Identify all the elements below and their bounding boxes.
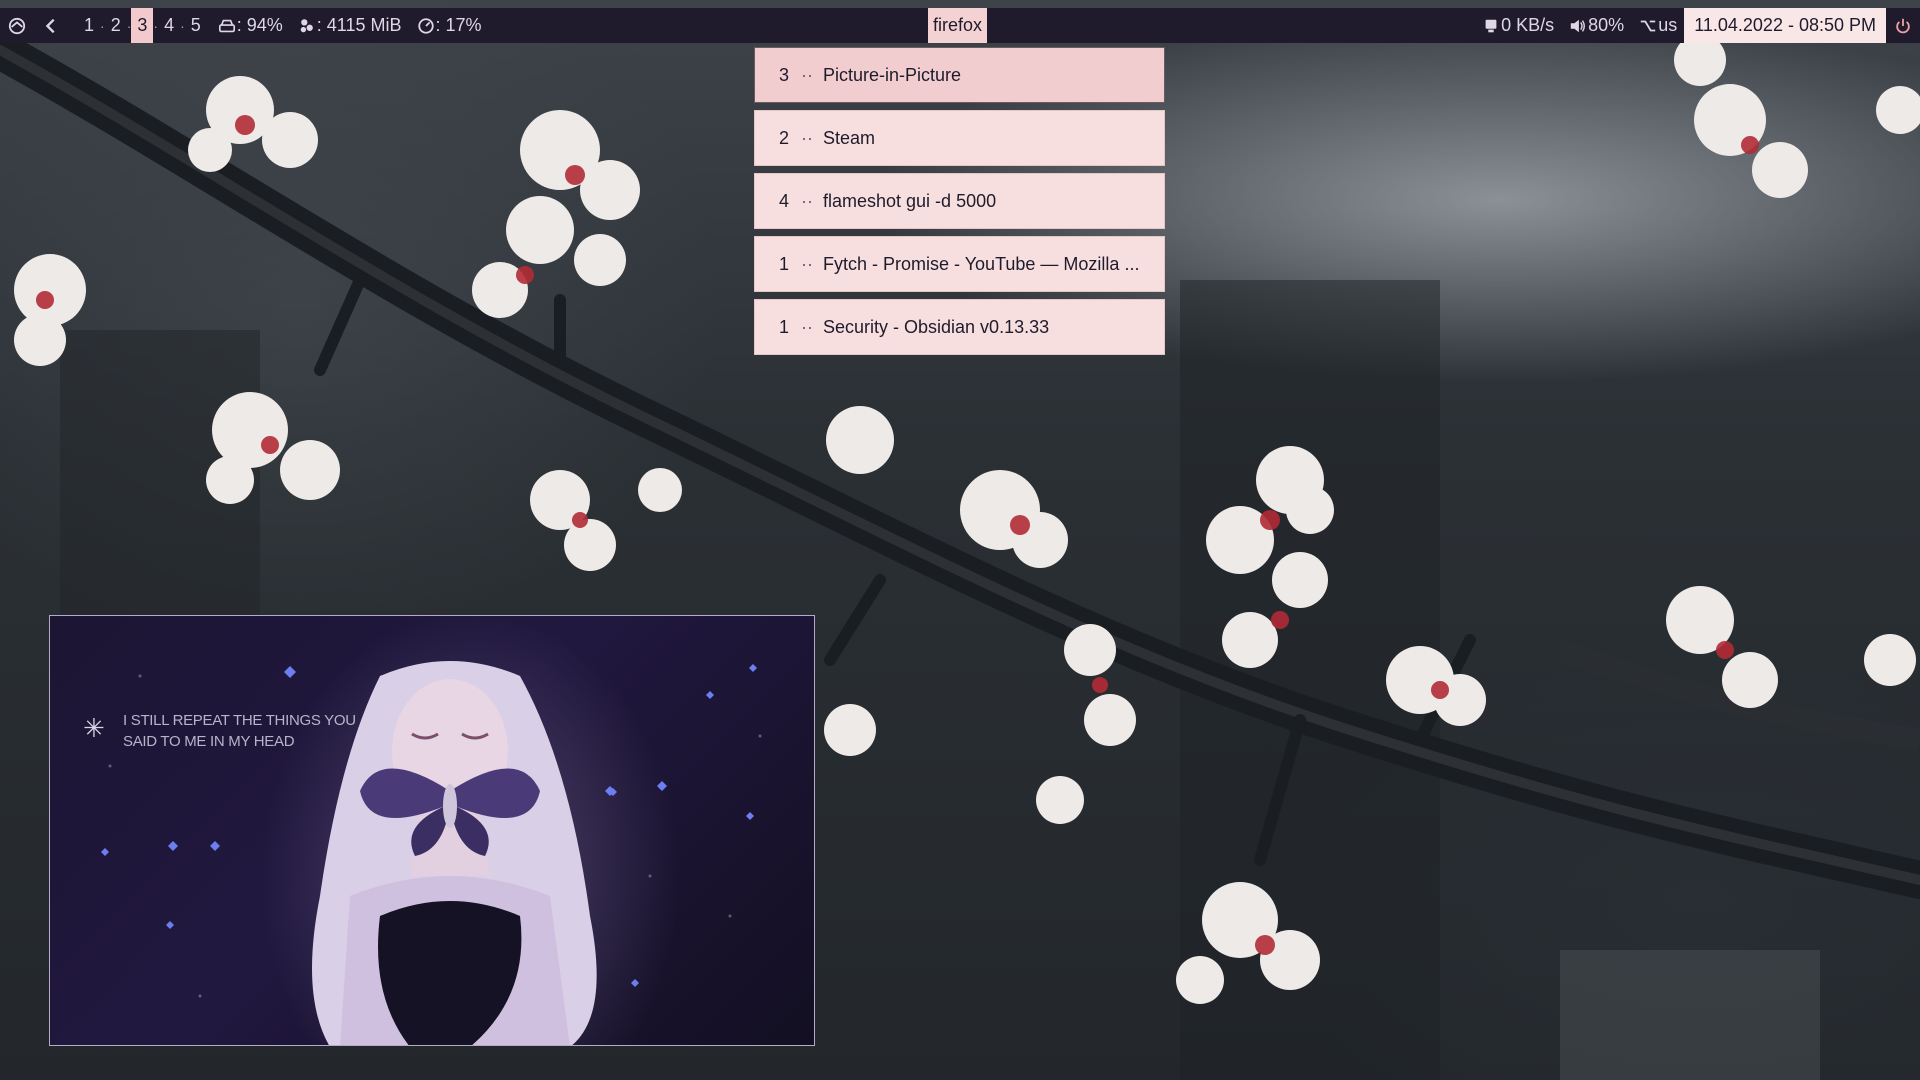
window-switcher: 3 ·· Picture-in-Picture 2 ·· Steam 4 ·· …: [754, 47, 1165, 355]
memory-usage-value: : 4115 MiB: [316, 15, 402, 35]
window-separator: ··: [801, 316, 813, 337]
window-separator: ··: [801, 190, 813, 211]
volume-control[interactable]: 80%: [1561, 8, 1631, 43]
memory-usage: : 4115 MiB: [290, 8, 409, 43]
window-item-steam[interactable]: 2 ·· Steam: [754, 110, 1165, 166]
network-speed-value: 0 KB/s: [1501, 15, 1555, 35]
window-workspace-number: 4: [779, 190, 790, 211]
back-button[interactable]: [34, 8, 68, 43]
hard-drive-icon: [217, 16, 237, 36]
computer-icon: [1481, 16, 1501, 36]
window-workspace-number: 3: [779, 64, 790, 85]
window-item-obsidian[interactable]: 1 ·· Security - Obsidian v0.13.33: [754, 299, 1165, 355]
sparkle-icon: ✳: [83, 713, 105, 743]
power-icon: [1893, 16, 1913, 36]
video-caption-line-2: said to me in my head: [123, 733, 295, 750]
window-item-firefox-youtube[interactable]: 1 ·· Fytch - Promise - YouTube — Mozilla…: [754, 236, 1165, 292]
keyboard-layout[interactable]: us: [1631, 8, 1684, 43]
disk-usage: : 94%: [210, 8, 290, 43]
bar-left-section: 1 · 2 · 3 · 4 · 5 : 94% : 4115 MiB: 17%: [0, 8, 489, 43]
workspace-1[interactable]: 1: [78, 8, 100, 43]
window-separator: ··: [801, 127, 813, 148]
launcher-button[interactable]: [0, 8, 34, 43]
disk-usage-value: : 94%: [236, 15, 283, 35]
window-workspace-number: 2: [779, 127, 790, 148]
cpu-usage-value: : 17%: [435, 15, 482, 35]
window-item-picture-in-picture[interactable]: 3 ·· Picture-in-Picture: [754, 47, 1165, 103]
arch-icon: [7, 16, 27, 36]
volume-value: 80%: [1588, 15, 1625, 35]
window-workspace-number: 1: [779, 316, 790, 337]
video-caption: I still repeat the things you said to me…: [123, 710, 356, 752]
network-speed: 0 KB/s: [1474, 8, 1561, 43]
picture-in-picture-window[interactable]: ✳ I still repeat the things you said to …: [49, 615, 815, 1046]
video-caption-line-1: I still repeat the things you: [123, 712, 356, 729]
keyboard-layout-value: us: [1658, 15, 1678, 35]
workspace-5[interactable]: 5: [185, 8, 207, 43]
top-status-bar: 1 · 2 · 3 · 4 · 5 : 94% : 4115 MiB: 17%…: [0, 8, 1920, 43]
speaker-icon: [1568, 16, 1588, 36]
workspace-list: 1 · 2 · 3 · 4 · 5: [68, 8, 210, 43]
chevron-left-icon: [41, 16, 61, 36]
power-button[interactable]: [1886, 8, 1920, 43]
clock[interactable]: 11.04.2022 - 08:50 PM: [1684, 8, 1886, 43]
gauge-icon: [416, 16, 436, 36]
cpu-usage: : 17%: [409, 8, 489, 43]
window-workspace-number: 1: [779, 253, 790, 274]
video-frame-artwork: [101, 661, 762, 1045]
bar-right-section: 0 KB/s 80% us 11.04.2022 - 08:50 PM: [1474, 8, 1920, 43]
workspace-2[interactable]: 2: [105, 8, 127, 43]
workspace-3-active[interactable]: 3: [131, 8, 154, 43]
window-title: Picture-in-Picture: [823, 64, 962, 85]
option-key-icon: [1638, 16, 1658, 36]
workspace-4[interactable]: 4: [158, 8, 180, 43]
window-separator: ··: [801, 64, 813, 85]
window-title: Fytch - Promise - YouTube — Mozilla ...: [823, 253, 1140, 274]
window-title: flameshot gui -d 5000: [823, 190, 997, 211]
window-title: Security - Obsidian v0.13.33: [823, 316, 1050, 337]
memory-icon: [297, 16, 317, 36]
window-title: Steam: [823, 127, 876, 148]
window-item-flameshot[interactable]: 4 ·· flameshot gui -d 5000: [754, 173, 1165, 229]
window-separator: ··: [801, 253, 813, 274]
focused-window-title: firefox: [928, 8, 988, 43]
